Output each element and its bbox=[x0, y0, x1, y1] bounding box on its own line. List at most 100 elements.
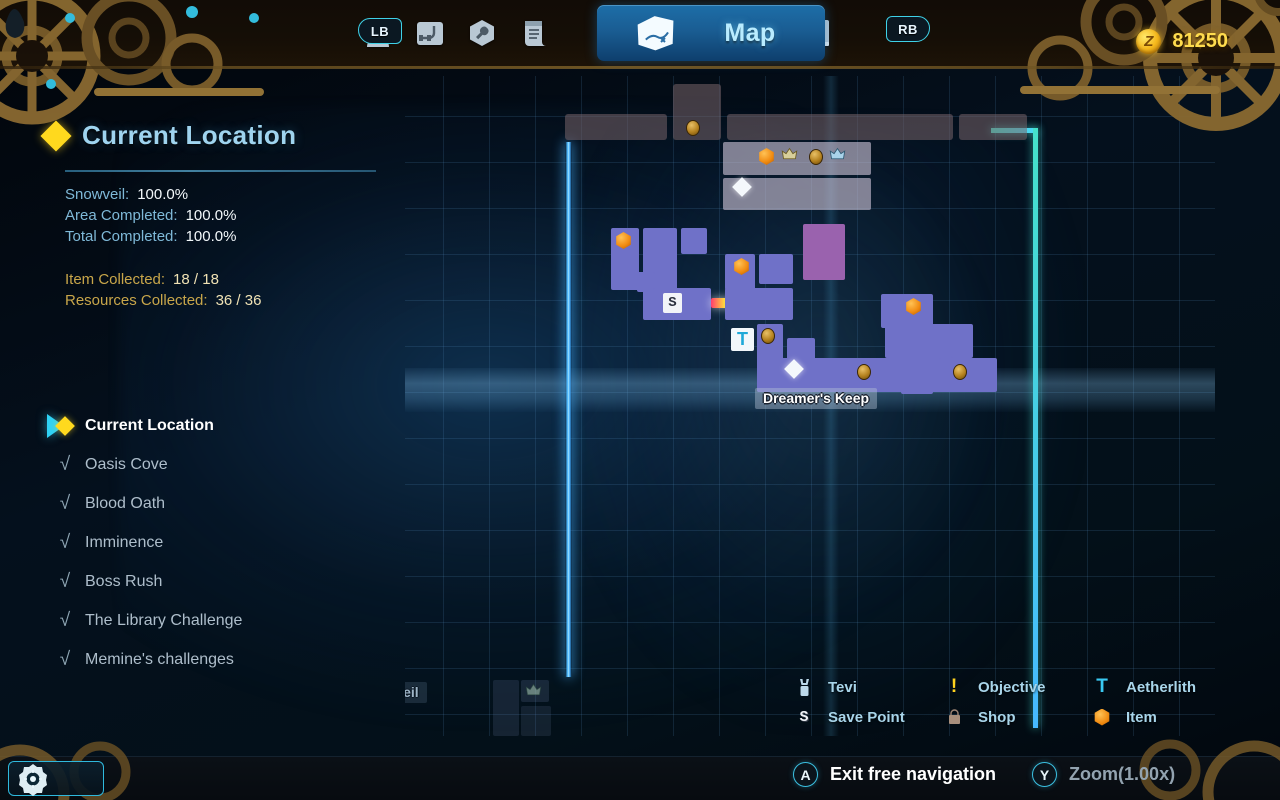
map-room-dim bbox=[959, 114, 1027, 140]
legend-item-shop: Shop bbox=[943, 709, 1091, 726]
stat-row: Total Completed: 100.0% bbox=[65, 228, 261, 245]
top-bar: Map LB RB Z 81250 bbox=[0, 0, 1280, 131]
map-aetherlith: T bbox=[731, 328, 754, 351]
check-icon: √ bbox=[59, 532, 71, 553]
equipment-icon bbox=[470, 20, 494, 46]
map-marker-bronze bbox=[857, 364, 871, 380]
check-icon: √ bbox=[59, 571, 71, 592]
map-area-label-secondary: Snowveil bbox=[405, 682, 427, 703]
list-item-marker: √ bbox=[45, 494, 85, 513]
map-room-faded bbox=[493, 680, 519, 736]
map-marker-bronze bbox=[686, 120, 700, 136]
check-icon: √ bbox=[59, 649, 71, 670]
legend-item-save-point: S Save Point bbox=[793, 708, 943, 726]
topbar-divider bbox=[0, 66, 1280, 69]
list-item-label: Imminence bbox=[85, 533, 164, 551]
stat-key: Snowveil: bbox=[65, 186, 130, 203]
nav-quests-button[interactable] bbox=[508, 0, 560, 66]
map-viewport[interactable]: S T S Dreamer's Keep Snowveil bbox=[405, 76, 1215, 736]
save-point-icon: S bbox=[799, 708, 809, 726]
list-item-marker: √ bbox=[45, 650, 85, 669]
map-teal-line-vertical bbox=[1033, 128, 1038, 728]
settings-button[interactable] bbox=[8, 761, 104, 796]
list-item-boss-rush[interactable]: √ Boss Rush bbox=[45, 562, 385, 601]
stat-value: 100.0% bbox=[185, 228, 237, 245]
map-area-label: Dreamer's Keep bbox=[755, 388, 878, 409]
item-icon bbox=[1091, 708, 1113, 726]
prompt-exit-navigation[interactable]: A Exit free navigation bbox=[793, 762, 996, 787]
map-save-point: S bbox=[663, 293, 682, 313]
stat-value: 100.0% bbox=[137, 186, 189, 203]
diamond-icon bbox=[40, 119, 72, 152]
legend-label: Aetherlith bbox=[1126, 678, 1197, 696]
list-item-marker: √ bbox=[45, 455, 85, 474]
tevi-icon bbox=[793, 678, 815, 697]
check-icon: √ bbox=[59, 454, 71, 475]
legend-item-objective: ! Objective bbox=[943, 676, 1091, 698]
map-crown-icon bbox=[525, 683, 542, 696]
map-room bbox=[951, 324, 973, 358]
check-icon: √ bbox=[59, 493, 71, 514]
prompt-zoom[interactable]: Y Zoom(1.00x) bbox=[1032, 762, 1175, 787]
map-room bbox=[653, 288, 711, 320]
list-item-label: Current Location bbox=[85, 416, 214, 434]
map-crown-icon bbox=[781, 147, 798, 160]
button-key-y: Y bbox=[1032, 762, 1058, 787]
shop-icon bbox=[943, 708, 965, 726]
shoulder-button-lb[interactable]: LB bbox=[358, 18, 402, 44]
legend-label: Shop bbox=[978, 708, 1016, 726]
map-room-faded bbox=[521, 706, 551, 736]
map-room bbox=[759, 254, 793, 284]
list-item-marker: √ bbox=[45, 572, 85, 591]
tab-map[interactable]: Map bbox=[597, 5, 825, 61]
list-item-label: Blood Oath bbox=[85, 494, 166, 512]
button-key-a: A bbox=[793, 762, 818, 787]
map-room bbox=[681, 228, 707, 254]
legend-item-tevi: Tevi bbox=[793, 678, 943, 697]
map-legend: Tevi ! Objective T Aetherlith S Save Poi… bbox=[793, 672, 1223, 734]
map-marker-bronze bbox=[761, 328, 775, 344]
list-item-library-challenge[interactable]: √ The Library Challenge bbox=[45, 601, 385, 640]
currency-display: Z 81250 bbox=[1136, 29, 1228, 54]
map-beam-primary bbox=[565, 142, 572, 677]
map-room-dim bbox=[565, 114, 667, 140]
button-prompts: A Exit free navigation Y Zoom(1.00x) bbox=[793, 762, 1175, 787]
map-crown-icon bbox=[829, 147, 846, 160]
quest-scroll-icon bbox=[525, 21, 546, 46]
legend-label: Save Point bbox=[828, 708, 905, 726]
check-icon: √ bbox=[59, 610, 71, 631]
list-item-imminence[interactable]: √ Imminence bbox=[45, 523, 385, 562]
sidebar-panel: Current Location Snowveil: 100.0% Area C… bbox=[0, 66, 405, 756]
legend-item-aetherlith: T Aetherlith bbox=[1091, 676, 1223, 698]
list-item-memines-challenges[interactable]: √ Memine's challenges bbox=[45, 640, 385, 679]
sidebar-divider bbox=[65, 170, 376, 172]
list-item-current-location[interactable]: Current Location bbox=[45, 406, 385, 445]
aetherlith-icon: T bbox=[1096, 676, 1108, 697]
map-room-special bbox=[803, 224, 845, 280]
tab-map-label: Map bbox=[724, 18, 776, 47]
list-item-label: Oasis Cove bbox=[85, 455, 168, 473]
legend-label: Item bbox=[1126, 708, 1157, 726]
list-item-marker: √ bbox=[45, 611, 85, 630]
nav-skills-button[interactable] bbox=[404, 0, 456, 66]
objective-icon: ! bbox=[950, 676, 958, 697]
list-item-blood-oath[interactable]: √ Blood Oath bbox=[45, 484, 385, 523]
list-item-label: Memine's challenges bbox=[85, 650, 234, 668]
list-item-oasis-cove[interactable]: √ Oasis Cove bbox=[45, 445, 385, 484]
currency-amount: 81250 bbox=[1172, 30, 1228, 52]
map-marker-bronze bbox=[809, 149, 823, 165]
stat-value: 18 / 18 bbox=[173, 271, 219, 288]
legend-label: Tevi bbox=[828, 678, 857, 696]
shoulder-button-rb[interactable]: RB bbox=[886, 16, 930, 42]
nav-equipment-button[interactable] bbox=[456, 0, 508, 66]
gold-coin-icon: Z bbox=[1136, 29, 1162, 54]
map-room bbox=[725, 288, 793, 320]
map-marker-bronze bbox=[953, 364, 967, 380]
page-title: Current Location bbox=[82, 120, 297, 150]
legend-item-item: Item bbox=[1091, 708, 1223, 726]
map-screen: S T S Dreamer's Keep Snowveil bbox=[0, 0, 1280, 800]
list-item-label: Boss Rush bbox=[85, 572, 163, 590]
prompt-label: Zoom(1.00x) bbox=[1069, 764, 1176, 784]
stat-row: Item Collected: 18 / 18 bbox=[65, 271, 261, 288]
